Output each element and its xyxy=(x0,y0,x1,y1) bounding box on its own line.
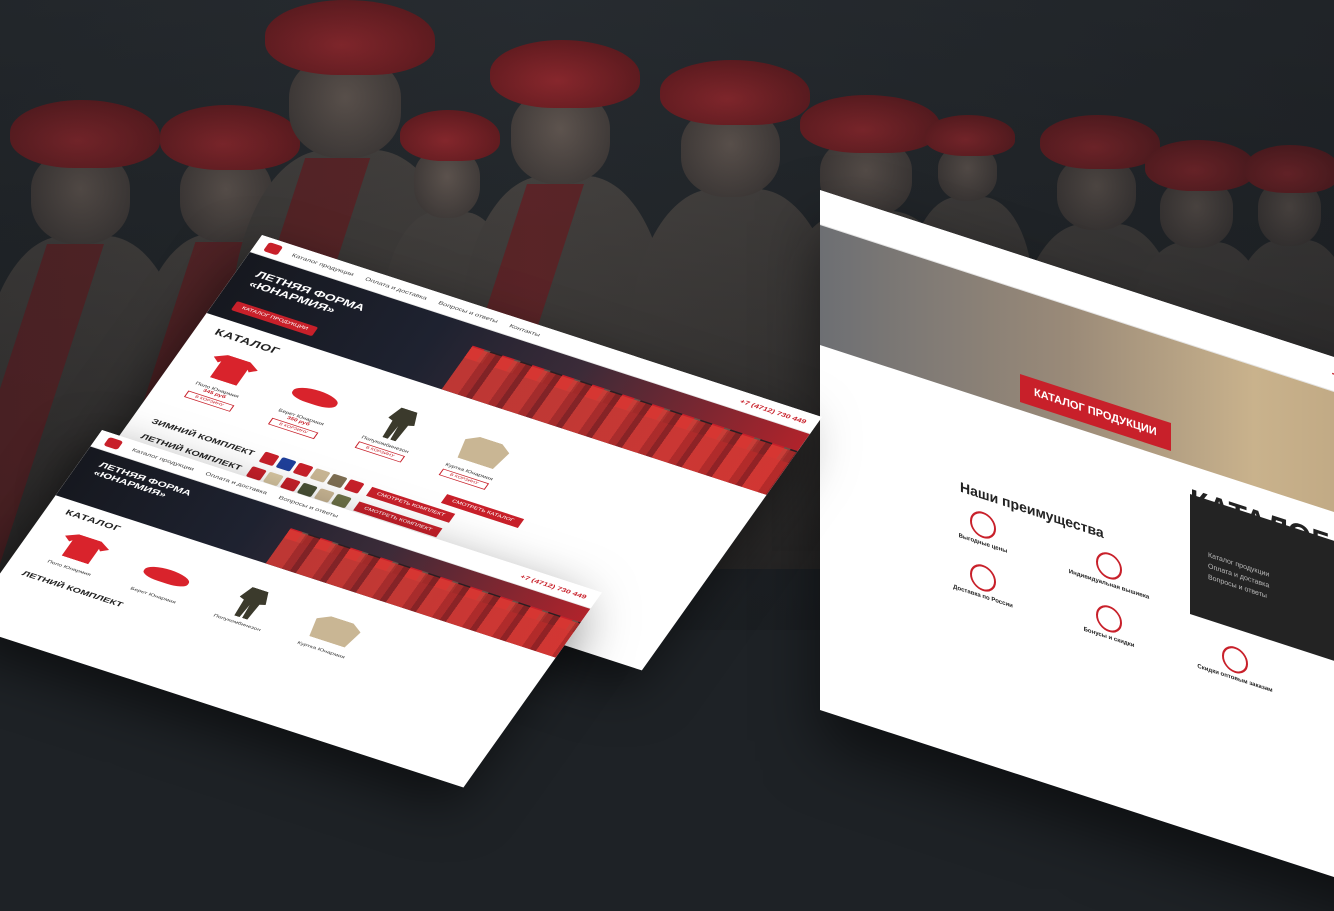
advantage-item: Бонусы и скидки xyxy=(1064,591,1154,655)
logo-icon[interactable] xyxy=(262,242,284,256)
product-card[interactable]: Берет Юнармия 350 руб В КОРЗИНУ xyxy=(256,370,362,443)
beret-icon xyxy=(140,563,194,590)
jacket-icon xyxy=(305,613,365,649)
overalls-icon xyxy=(228,585,274,621)
hero-cta-button[interactable]: КАТАЛОГ ПРОДУКЦИИ xyxy=(1020,373,1171,451)
product-card[interactable]: Куртка Юнармия В КОРЗИНУ xyxy=(424,424,530,497)
polo-shirt-icon xyxy=(53,531,113,567)
product-card[interactable]: Полукомбинезон В КОРЗИНУ xyxy=(340,397,446,470)
advantage-item: Доставка по России xyxy=(938,550,1028,614)
advantage-item: Скидки оптовым заказам xyxy=(1190,632,1280,696)
nav-link[interactable]: Контакты xyxy=(508,323,541,337)
product-card[interactable]: Поло Юнармия 345 руб В КОРЗИНУ xyxy=(172,342,278,415)
logo-icon[interactable] xyxy=(103,436,124,450)
